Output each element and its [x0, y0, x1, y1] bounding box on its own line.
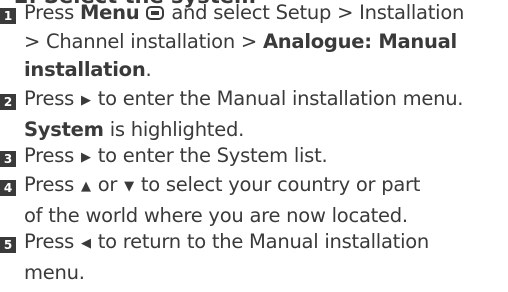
step-number: 4 — [0, 180, 16, 196]
step-text-press: Press — [24, 230, 75, 253]
step-text-rest: to return to the Manual installation — [97, 230, 430, 253]
step-text: Press ▲ or ▼ to select your country or p… — [24, 171, 504, 230]
step-text-rest: menu. — [24, 260, 85, 284]
step-number: 5 — [0, 237, 16, 253]
step-text-rest: to select your country or part — [140, 173, 421, 196]
right-arrow-icon: ▶ — [81, 93, 91, 108]
down-arrow-icon: ▼ — [124, 179, 134, 194]
up-arrow-icon: ▲ — [81, 179, 91, 194]
step-text: Press ▶ to enter the Manual installation… — [24, 85, 504, 144]
step-text: Press ▶ to enter the System list. — [24, 142, 504, 173]
step-text-bold: installation — [24, 58, 146, 81]
step-text: Press ◀ to return to the Manual installa… — [24, 228, 504, 287]
step-text-bold: Analogue: Manual — [262, 29, 457, 53]
step-text-rest: and select Setup > Installation — [171, 1, 465, 24]
step-text-rest: of the world where you are now located. — [24, 203, 408, 227]
step-text-rest: to enter the System list. — [97, 144, 328, 167]
left-arrow-icon: ◀ — [81, 236, 91, 251]
step-text-rest: is highlighted. — [109, 117, 245, 141]
step-number: 1 — [0, 8, 16, 24]
step-number: 3 — [0, 151, 16, 167]
step-text-path: > Channel installation > — [24, 29, 257, 53]
step-text-bold: System — [24, 117, 104, 141]
menu-label: Menu — [80, 1, 140, 24]
step-text-press: Press — [24, 87, 75, 110]
step-text-or: or — [97, 173, 118, 196]
step-text-press: Press — [24, 144, 75, 167]
step-text-press: Press — [24, 173, 75, 196]
menu-icon — [146, 6, 165, 20]
step-text-rest: to enter the Manual installation menu. — [97, 87, 464, 110]
step-text-period: . — [145, 58, 152, 81]
step-number: 2 — [0, 94, 16, 110]
step-text-press: Press — [24, 1, 75, 24]
step-text: Press Menu and select Setup > Installati… — [24, 0, 504, 85]
right-arrow-icon: ▶ — [81, 150, 91, 165]
